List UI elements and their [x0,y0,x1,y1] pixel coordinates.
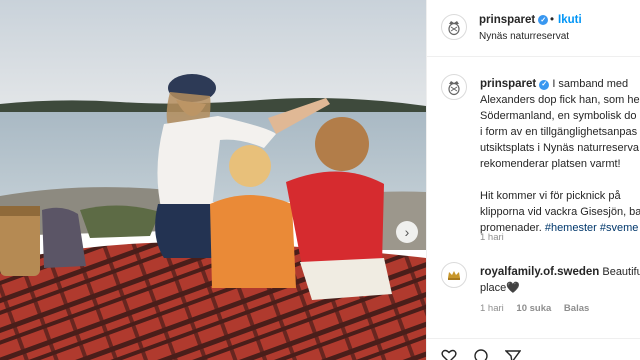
caption-text: prinsparet ✓ I samband med Alexanders dop… [480,76,640,236]
caption-line: Södermanland, en symbolisk do [480,110,637,122]
comment-icon[interactable] [473,349,489,360]
post-timestamp[interactable]: 1 hari [480,232,504,243]
comment-body-cont: place [480,282,507,294]
location-link[interactable]: Nynäs naturreservat [479,31,569,42]
comment-timestamp[interactable]: 1 hari [480,303,504,314]
caption-line: Alexanders dop fick han, som he [480,94,640,106]
black-heart-icon: 🖤 [506,282,520,294]
caption-line: prinsparet ✓ I samband med [480,76,640,92]
caption-line-text: I samband med [552,78,629,90]
comment-username[interactable]: royalfamily.of.sweden [480,266,599,278]
post-sidebar: prinsparet ✓ • Ikuti Nynäs naturreservat … [426,0,640,360]
hashtag-link[interactable]: #sveme [600,222,639,234]
hashtag-link[interactable]: #hemester [545,222,597,234]
follow-button[interactable]: Ikuti [558,14,582,26]
photo-illustration [0,0,426,360]
heart-icon[interactable] [441,349,457,360]
comment-meta: 1 hari 10 suka Balas [480,303,599,314]
caption-line: i form av en tillgänglighetsanpas [480,126,638,138]
comment-avatar[interactable] [441,262,467,288]
caption-line-blank [480,172,640,188]
share-icon[interactable] [505,349,521,360]
chevron-right-icon: › [404,224,410,240]
caption-line: rekomenderar platsen varmt! [480,158,621,170]
next-photo-button[interactable]: › [396,221,418,243]
post-photo[interactable]: › [0,0,426,360]
separator-dot: • [550,14,555,26]
caption-username[interactable]: prinsparet [480,78,536,90]
caption-line: klipporna vid vackra Gisesjön, ba [480,206,640,218]
verified-badge-icon: ✓ [538,15,549,25]
crown-icon [448,271,460,280]
post-author[interactable]: prinsparet ✓ [479,14,549,26]
comment-likes[interactable]: 10 suka [516,303,551,314]
royal-crest-icon [448,21,460,36]
verified-badge-icon: ✓ [539,80,550,90]
royal-crest-icon [448,81,460,96]
caption-line: utsiktsplats i Nynäs naturreserva [480,142,639,154]
comment-body: Beautiful [602,266,640,278]
comment-text: royalfamily.of.sweden Beautiful place🖤 [480,264,640,296]
caption-line: Hit kommer vi för picknick på [480,190,621,202]
action-bar [427,338,640,360]
username-link[interactable]: prinsparet [479,14,535,26]
reply-button[interactable]: Balas [564,303,589,314]
avatar[interactable] [441,14,467,40]
caption-line: promenader. #hemester #sveme [480,220,640,236]
caption-avatar[interactable] [441,74,467,100]
post-header: prinsparet ✓ • Ikuti Nynäs naturreservat [427,0,640,57]
